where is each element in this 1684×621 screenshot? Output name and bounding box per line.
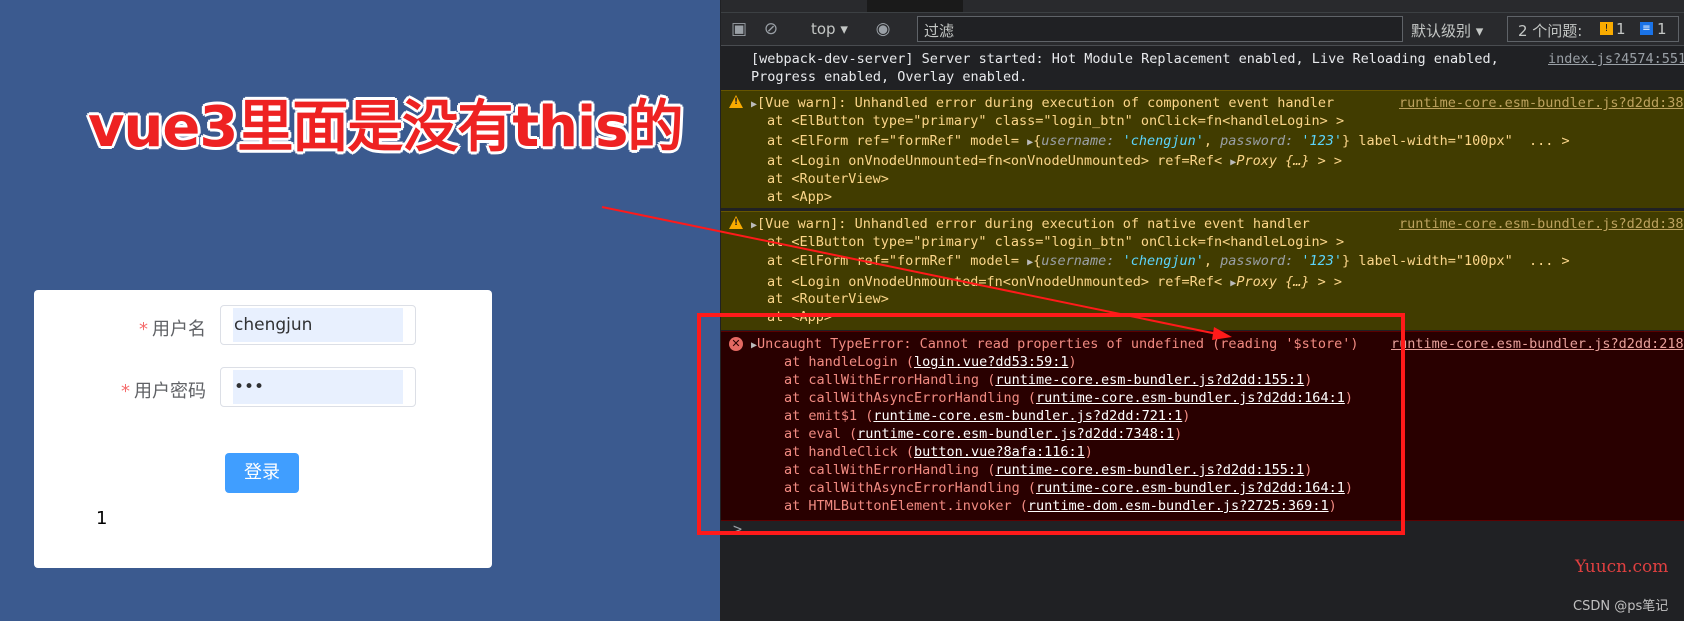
console-message-warning: ! ▶[Vue warn]: Unhandled error during ex… [721, 211, 1684, 330]
stack-frame: at HTMLButtonElement.invoker (runtime-do… [784, 498, 1337, 514]
log-level-dropdown[interactable]: 默认级别 ▾ [1411, 20, 1483, 41]
app-preview: vue3里面是没有this的 * 用户名 chengjun * 用户密码 ••• 登… [0, 0, 720, 621]
filter-input[interactable]: 过滤 [917, 16, 1403, 42]
username-value: chengjun [234, 315, 313, 335]
warning-icon: ! [729, 95, 743, 108]
expand-triangle-icon[interactable]: ▶ [1027, 137, 1033, 148]
username-row: * 用户名 chengjun [34, 305, 492, 347]
console-prompt[interactable]: > [733, 520, 742, 538]
username-input[interactable]: chengjun [220, 305, 416, 345]
source-link[interactable]: runtime-core.esm-bundler.js?d2dd:38 [1399, 216, 1683, 232]
stack-frame: at callWithErrorHandling (runtime-core.e… [784, 462, 1313, 478]
stack-frame: at callWithAsyncErrorHandling (runtime-c… [784, 390, 1353, 406]
chevron-down-icon: ▾ [840, 20, 848, 38]
stack-frame-link[interactable]: runtime-core.esm-bundler.js?d2dd:155:1 [995, 462, 1304, 478]
stack-frame: at handleLogin (login.vue?dd53:59:1) [784, 354, 1077, 370]
source-link[interactable]: runtime-core.esm-bundler.js?d2dd:218 [1391, 336, 1684, 352]
issues-counter[interactable]: 2 个问题: ! 1 ≡ 1 [1507, 16, 1679, 42]
password-value: ••• [234, 377, 265, 397]
issues-warning-count: 1 [1616, 20, 1626, 38]
warning-icon: ! [729, 216, 743, 229]
stack-frame-link[interactable]: runtime-core.esm-bundler.js?d2dd:721:1 [873, 408, 1182, 424]
stack-frame-link[interactable]: runtime-core.esm-bundler.js?d2dd:164:1 [1036, 390, 1345, 406]
console-message-info: [webpack-dev-server] Server started: Hot… [721, 46, 1684, 91]
username-label: * 用户名 [139, 319, 206, 340]
devtools-tab-strip [721, 0, 1684, 13]
stack-frame: at eval (runtime-core.esm-bundler.js?d2d… [784, 426, 1183, 442]
console-message-error: ✕ ▶Uncaught TypeError: Cannot read prope… [721, 331, 1684, 521]
watermark-csdn: CSDN @ps笔记 [1573, 599, 1669, 614]
watermark-site: Yuucn.com [1575, 557, 1669, 577]
console-message-warning: ! ▶[Vue warn]: Unhandled error during ex… [721, 90, 1684, 208]
stack-frame: at handleClick (button.vue?8afa:116:1) [784, 444, 1093, 460]
issues-info-count: 1 [1657, 20, 1667, 38]
clear-console-icon[interactable]: ⊘ [761, 19, 781, 39]
stack-frame-link[interactable]: button.vue?8afa:116:1 [914, 444, 1085, 460]
console-toolbar: ▣ ⊘ top ▾ ◉ 过滤 默认级别 ▾ 2 个问题: ! 1 ≡ 1 [721, 13, 1684, 46]
stack-frame: at emit$1 (runtime-core.esm-bundler.js?d… [784, 408, 1191, 424]
login-button[interactable]: 登录 [225, 453, 299, 493]
annotation-headline: vue3里面是没有this的 [88, 95, 683, 160]
stack-frame-link[interactable]: runtime-core.esm-bundler.js?d2dd:155:1 [995, 372, 1304, 388]
chevron-down-icon: ▾ [1475, 22, 1484, 40]
login-card: * 用户名 chengjun * 用户密码 ••• 登录 1 [34, 290, 492, 568]
password-input[interactable]: ••• [220, 367, 416, 407]
stack-frame-link[interactable]: runtime-dom.esm-bundler.js?2725:369:1 [1028, 498, 1329, 514]
required-mark: * [139, 319, 148, 340]
stack-frame-link[interactable]: runtime-core.esm-bundler.js?d2dd:7348:1 [857, 426, 1174, 442]
counter-value: 1 [96, 508, 108, 529]
expand-triangle-icon[interactable]: ▶ [1027, 257, 1033, 268]
password-row: * 用户密码 ••• [34, 367, 492, 409]
context-selector[interactable]: top ▾ [811, 20, 848, 38]
stack-frame-link[interactable]: runtime-core.esm-bundler.js?d2dd:164:1 [1036, 480, 1345, 496]
required-mark: * [121, 381, 130, 402]
stack-frame: at callWithErrorHandling (runtime-core.e… [784, 372, 1313, 388]
source-link[interactable]: runtime-core.esm-bundler.js?d2dd:38 [1399, 95, 1683, 111]
sidebar-toggle-icon[interactable]: ▣ [729, 19, 749, 39]
warning-icon: ! [1600, 22, 1613, 35]
stack-frame: at callWithAsyncErrorHandling (runtime-c… [784, 480, 1353, 496]
info-icon: ≡ [1640, 22, 1653, 35]
eye-icon[interactable]: ◉ [873, 19, 893, 39]
stack-frame-link[interactable]: login.vue?dd53:59:1 [914, 354, 1068, 370]
devtools-console: ▣ ⊘ top ▾ ◉ 过滤 默认级别 ▾ 2 个问题: ! 1 ≡ 1 [we… [721, 0, 1684, 621]
password-label: * 用户密码 [121, 381, 206, 402]
error-icon: ✕ [729, 337, 743, 351]
tab-console[interactable] [867, 0, 963, 12]
source-link[interactable]: index.js?4574:551 [1548, 51, 1684, 67]
